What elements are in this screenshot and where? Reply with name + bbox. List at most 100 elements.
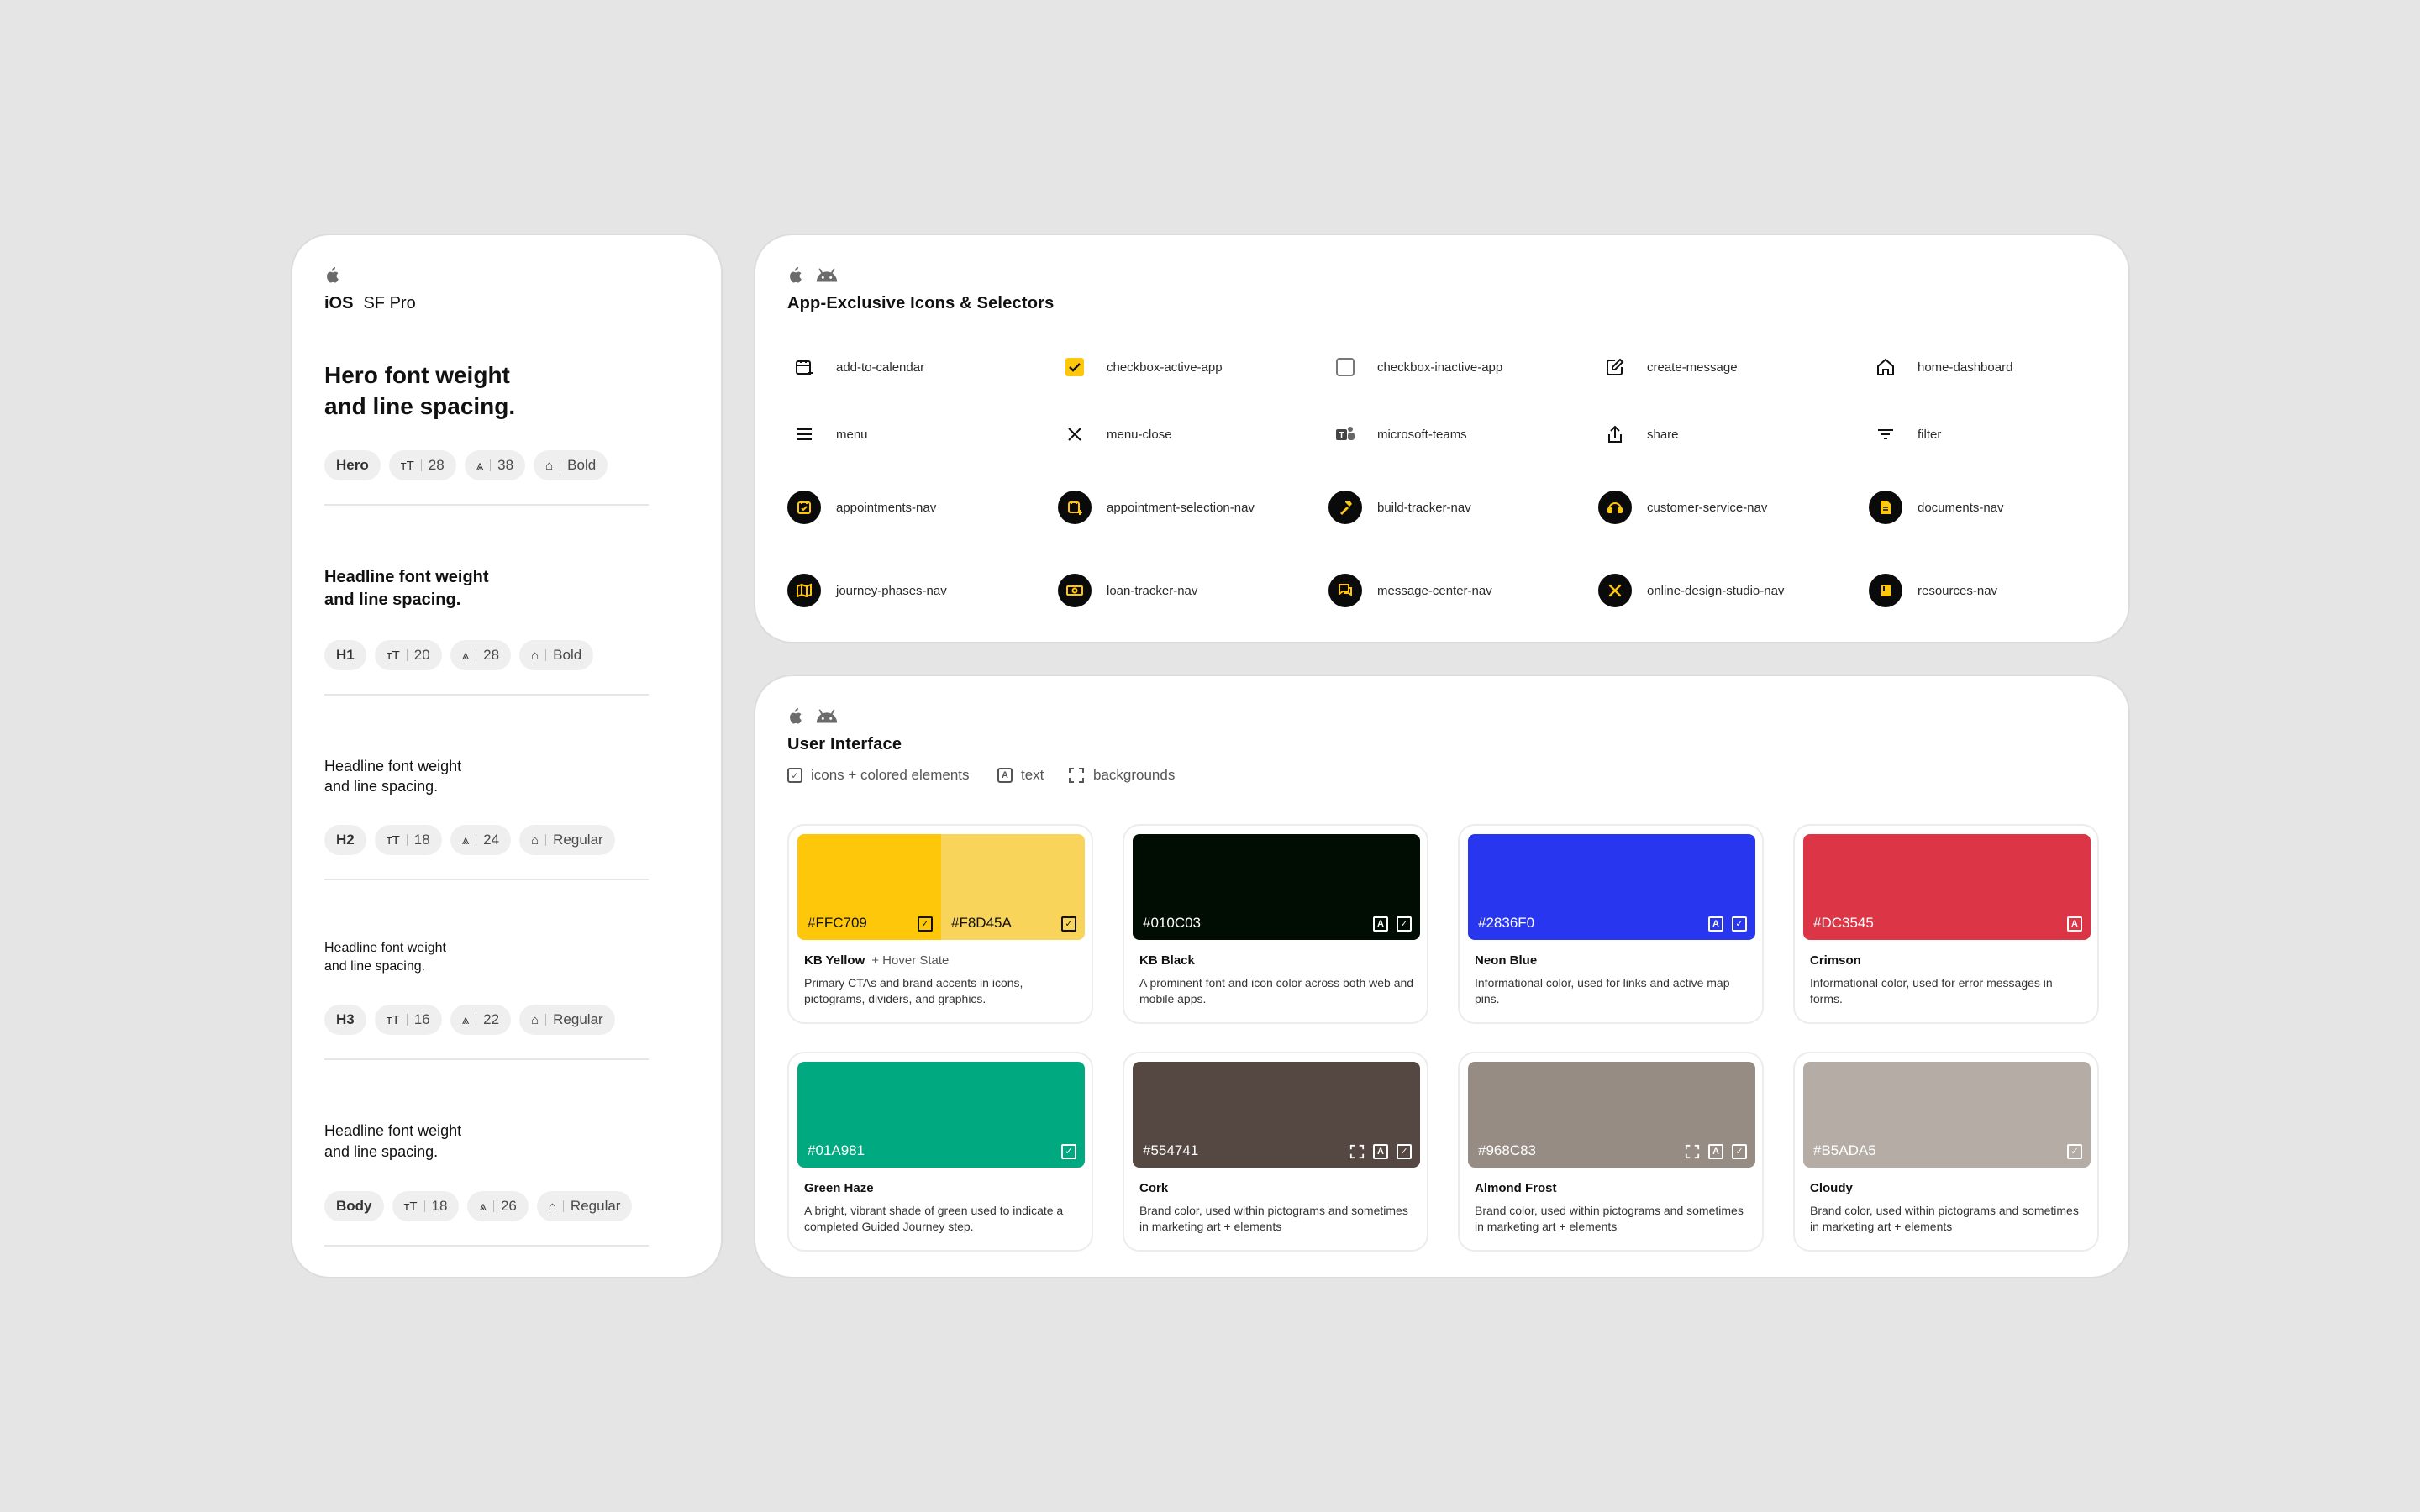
- color-card-cloudy: #B5ADA5 ✓ Cloudy Brand color, used withi…: [1793, 1052, 2099, 1252]
- hex-value: #DC3545: [1813, 915, 1874, 931]
- chat-nav-icon[interactable]: [1328, 574, 1362, 607]
- apple-icon: [324, 267, 339, 284]
- font-size-icon: тТ: [400, 458, 414, 473]
- color-swatch: #554741 A ✓: [1133, 1062, 1420, 1168]
- line-height-icon: ⩓: [461, 648, 470, 663]
- color-swatch: #01A981 ✓: [797, 1062, 1085, 1168]
- color-description: Brand color, used within pictograms and …: [1810, 1204, 2079, 1233]
- apple-icon: [787, 267, 802, 284]
- hamburger-icon[interactable]: [787, 417, 821, 451]
- line-height-icon: ⩓: [461, 1012, 470, 1027]
- tools-nav-icon[interactable]: [1598, 574, 1632, 607]
- color-name: Neon Blue: [1475, 953, 1538, 968]
- appointment-selection-nav-icon[interactable]: [1058, 491, 1092, 524]
- weight-icon: ⌂: [545, 458, 554, 473]
- color-description: Informational color, used for error mess…: [1810, 976, 2053, 1005]
- text-legend-icon: A: [997, 768, 1013, 783]
- icon-item: message-center-nav: [1328, 574, 1492, 607]
- h1-spec-chips: H1 тТ 20 ⩓ 28 ⌂ Bold: [324, 640, 594, 670]
- color-swatch: #010C03 A ✓: [1133, 834, 1420, 940]
- h3-spec-chips: H3 тТ 16 ⩓ 22 ⌂ Regular: [324, 1005, 615, 1035]
- icon-item: appointments-nav: [787, 491, 936, 524]
- icon-item: create-message: [1598, 350, 1738, 384]
- icon-item: filter: [1869, 417, 1941, 451]
- font-size-chip: тТ 18: [392, 1191, 460, 1221]
- icon-item: menu: [787, 417, 868, 451]
- document-nav-icon[interactable]: [1869, 491, 1902, 524]
- style-tag: Body: [324, 1191, 384, 1221]
- money-nav-icon[interactable]: [1058, 574, 1092, 607]
- icon-item: customer-service-nav: [1598, 491, 1767, 524]
- svg-text:T: T: [1339, 431, 1344, 440]
- color-name: Cork: [1139, 1181, 1169, 1195]
- style-tag: H1: [324, 640, 366, 670]
- h1-sample: Headline font weight and line spacing.: [324, 568, 489, 609]
- divider: [324, 879, 649, 880]
- hammer-nav-icon[interactable]: [1328, 491, 1362, 524]
- h2-sample: Headline font weight and line spacing.: [324, 758, 462, 795]
- share-icon[interactable]: [1598, 417, 1632, 451]
- color-swatch: #DC3545 A: [1803, 834, 2091, 940]
- font-size-icon: тТ: [386, 648, 400, 663]
- headset-nav-icon[interactable]: [1598, 491, 1632, 524]
- hex-value: #2836F0: [1478, 915, 1535, 931]
- color-swatch: #FFC709 ✓ #F8D45A ✓: [797, 834, 1085, 940]
- map-nav-icon[interactable]: [787, 574, 821, 607]
- apple-icon: [787, 708, 802, 725]
- font-size-chip: тТ 28: [388, 450, 456, 480]
- legend-backgrounds: backgrounds: [1068, 767, 1175, 784]
- font-size-chip: тТ 18: [374, 825, 442, 855]
- style-tag: Hero: [324, 450, 381, 480]
- icons-usage-icon: ✓: [1397, 1144, 1412, 1159]
- color-description: Primary CTAs and brand accents in icons,…: [804, 976, 1023, 1005]
- icon-item: documents-nav: [1869, 491, 2004, 524]
- icon-item: appointment-selection-nav: [1058, 491, 1255, 524]
- color-card-kb-yellow: #FFC709 ✓ #F8D45A ✓ KB Yellow + Hover Sta…: [787, 824, 1093, 1024]
- icons-usage-icon: ✓: [918, 916, 933, 932]
- font-size-chip: тТ 20: [374, 640, 442, 670]
- book-nav-icon[interactable]: [1869, 574, 1902, 607]
- font-size-icon: тТ: [403, 1199, 418, 1214]
- line-height-chip: ⩓ 28: [450, 640, 512, 670]
- icon-item: online-design-studio-nav: [1598, 574, 1784, 607]
- android-icon: [814, 267, 839, 284]
- color-description: A prominent font and icon color across b…: [1139, 976, 1414, 1005]
- divider: [324, 504, 649, 506]
- font-size-chip: тТ 16: [374, 1005, 442, 1035]
- font-weight-chip: ⌂ Regular: [519, 825, 615, 855]
- appointments-nav-icon[interactable]: [787, 491, 821, 524]
- checkbox-empty-icon[interactable]: [1328, 350, 1362, 384]
- filter-icon[interactable]: [1869, 417, 1902, 451]
- icons-usage-icon: ✓: [2067, 1144, 2082, 1159]
- checkbox-checked-icon[interactable]: [1058, 350, 1092, 384]
- hex-value: #554741: [1143, 1142, 1199, 1158]
- font-size-icon: тТ: [386, 1012, 400, 1027]
- h3-sample: Headline font weight and line spacing.: [324, 941, 446, 974]
- color-card-cork: #554741 A ✓ Cork Brand color, used within…: [1123, 1052, 1428, 1252]
- text-usage-icon: A: [1708, 916, 1723, 932]
- calendar-add-icon: [787, 350, 821, 384]
- home-icon: [1869, 350, 1902, 384]
- color-description: Informational color, used for links and …: [1475, 976, 1730, 1005]
- icons-usage-icon: ✓: [1397, 916, 1412, 932]
- icon-item: home-dashboard: [1869, 350, 2012, 384]
- hex-value: #01A981: [808, 1142, 865, 1158]
- platform-icons: [787, 267, 839, 284]
- color-card-almond-frost: #968C83 A ✓ Almond Frost Brand color, use…: [1458, 1052, 1764, 1252]
- close-icon[interactable]: [1058, 417, 1092, 451]
- body-spec-chips: Body тТ 18 ⩓ 26 ⌂ Regular: [324, 1191, 633, 1221]
- icon-item: T microsoft-teams: [1328, 417, 1467, 451]
- platform-icons: [787, 708, 839, 725]
- icon-item: checkbox-active-app: [1058, 350, 1223, 384]
- section-title: User Interface: [787, 735, 902, 753]
- icon-item: build-tracker-nav: [1328, 491, 1471, 524]
- hover-swatch: #F8D45A ✓: [941, 834, 1085, 940]
- icon-item: add-to-calendar: [787, 350, 924, 384]
- backgrounds-usage-icon: [1685, 1144, 1700, 1159]
- icon-item: menu-close: [1058, 417, 1172, 451]
- line-height-icon: ⩓: [461, 832, 470, 848]
- divider: [324, 1058, 649, 1060]
- divider: [324, 694, 649, 696]
- platform-heading: iOS SF Pro: [324, 294, 416, 313]
- icons-card: App-Exclusive Icons & Selectors add-to-c…: [754, 234, 2130, 643]
